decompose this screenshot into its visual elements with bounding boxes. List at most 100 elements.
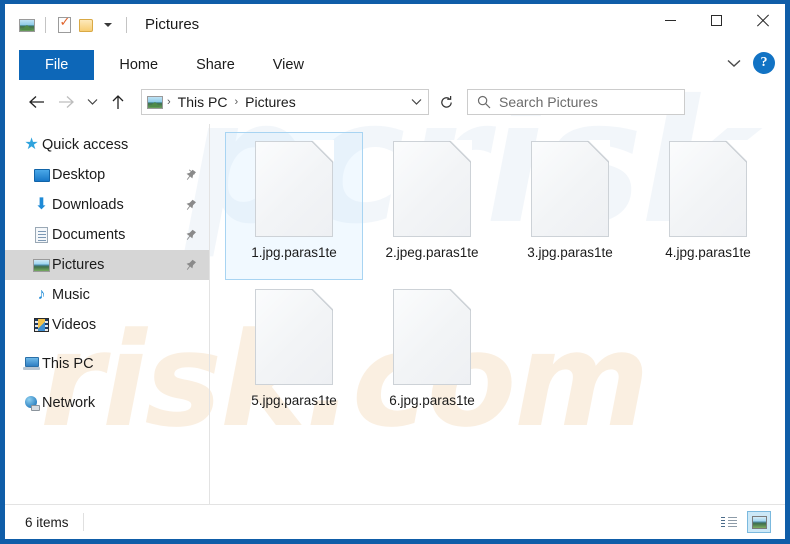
search-box[interactable]: Search Pictures [467,89,685,115]
ribbon-right-controls: ? [721,50,775,76]
window-client-area: pcrisk risk.com Pictures [5,4,785,539]
sidebar-item-quick-access[interactable]: ★ Quick access [5,130,209,160]
file-item[interactable]: 4.jpg.paras1te [639,132,777,280]
recent-locations-button[interactable] [81,88,103,116]
breadcrumb[interactable]: › This PC › Pictures [141,89,429,115]
sidebar-item-pictures[interactable]: Pictures [5,250,209,280]
desktop-icon [33,167,50,184]
documents-icon [33,227,50,244]
tab-share[interactable]: Share [177,50,254,80]
sidebar-item-documents[interactable]: Documents [5,220,209,250]
file-grid: 1.jpg.paras1te 2.jpeg.paras1te [225,132,785,428]
sidebar-item-videos[interactable]: Videos [5,310,209,340]
help-button[interactable]: ? [753,52,775,74]
file-item[interactable]: 5.jpg.paras1te [225,280,363,428]
blank-file-icon [531,141,609,237]
sidebar-item-label: Videos [52,317,96,333]
file-name: 4.jpg.paras1te [665,245,751,261]
status-divider [83,513,84,531]
sidebar-item-label: Music [52,287,90,303]
pictures-icon [147,96,163,109]
title-bar: Pictures [5,4,785,44]
sidebar-item-desktop[interactable]: Desktop [5,160,209,190]
blank-file-icon [393,141,471,237]
file-item[interactable]: 1.jpg.paras1te [225,132,363,280]
new-folder-icon[interactable] [75,15,97,35]
tab-home[interactable]: Home [100,50,177,80]
chevron-down-icon [87,98,98,106]
star-icon: ★ [23,137,40,154]
arrow-right-icon [58,95,75,109]
pictures-properties-icon[interactable] [16,15,38,35]
sidebar-item-network[interactable]: Network [5,388,209,418]
this-pc-icon [23,356,40,373]
content-area: ★ Quick access Desktop ⬇ Downloads [5,124,785,504]
quick-access-toolbar [16,14,134,36]
sidebar-item-label: Downloads [52,197,124,213]
file-item[interactable]: 3.jpg.paras1te [501,132,639,280]
minimize-button[interactable] [647,4,693,36]
sidebar-item-label: Network [42,395,95,411]
breadcrumb-separator-1: › [230,97,242,108]
sidebar-item-music[interactable]: ♪ Music [5,280,209,310]
arrow-left-icon [28,95,45,109]
pin-icon[interactable] [186,259,197,271]
sidebar-item-downloads[interactable]: ⬇ Downloads [5,190,209,220]
large-icons-view-button[interactable] [747,511,771,533]
breadcrumb-this-pc[interactable]: This PC [175,94,231,110]
details-view-button[interactable] [717,511,741,533]
pin-icon[interactable] [186,229,197,241]
tab-view[interactable]: View [254,50,323,80]
chevron-down-icon [727,59,741,68]
properties-glyph [58,17,71,33]
close-icon [756,14,769,27]
breadcrumb-dropdown-button[interactable] [411,90,422,114]
download-icon: ⬇ [33,197,50,214]
blank-file-icon [669,141,747,237]
file-item[interactable]: 2.jpeg.paras1te [363,132,501,280]
back-button[interactable] [21,88,51,116]
maximize-icon [711,15,722,26]
sidebar-item-label: Quick access [42,137,128,153]
refresh-icon [439,95,454,110]
sidebar-item-label: Desktop [52,167,105,183]
sidebar-item-label: This PC [42,356,94,372]
sidebar-spacer-2 [5,379,209,388]
view-toggle-group [717,511,771,533]
search-input[interactable]: Search Pictures [499,94,598,110]
breadcrumb-separator-0: › [163,97,175,108]
file-list-pane[interactable]: 1.jpg.paras1te 2.jpeg.paras1te [211,124,785,504]
sidebar-spacer-1 [5,340,209,349]
large-icons-view-icon [752,516,767,529]
forward-button[interactable] [51,88,81,116]
ribbon-tabs: File Home Share View [19,50,323,80]
maximize-button[interactable] [693,4,739,36]
up-button[interactable] [103,88,133,116]
blank-file-icon [393,289,471,385]
pin-icon[interactable] [186,199,197,211]
item-count-label: 6 items [25,515,69,530]
sidebar-item-label: Documents [52,227,125,243]
file-name: 1.jpg.paras1te [251,245,337,261]
close-button[interactable] [739,4,785,36]
qat-divider-2 [126,17,127,33]
address-bar: › This PC › Pictures [5,82,785,122]
breadcrumb-pictures[interactable]: Pictures [242,94,299,110]
sidebar-item-label: Pictures [52,257,104,273]
navigation-pane: ★ Quick access Desktop ⬇ Downloads [5,124,210,504]
sidebar-item-this-pc[interactable]: This PC [5,349,209,379]
blank-file-icon [255,141,333,237]
file-item[interactable]: 6.jpg.paras1te [363,280,501,428]
pin-icon[interactable] [186,169,197,181]
chevron-down-glyph [104,23,112,27]
tab-file[interactable]: File [19,50,94,80]
details-view-icon [721,516,737,529]
refresh-button[interactable] [431,88,461,116]
picture-glyph [147,96,163,109]
expand-ribbon-button[interactable] [721,50,747,76]
properties-icon[interactable] [53,15,75,35]
blank-file-icon [255,289,333,385]
customize-chevron-icon[interactable] [97,15,119,35]
minimize-icon [665,20,676,21]
folder-glyph [79,19,93,32]
